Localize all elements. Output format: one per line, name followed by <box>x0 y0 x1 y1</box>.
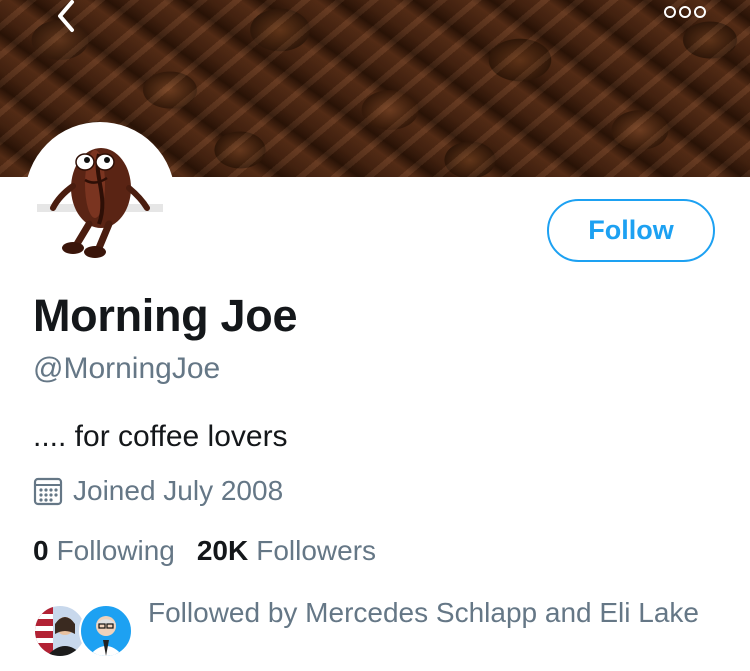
more-options-icon <box>664 6 676 18</box>
profile-avatar[interactable] <box>25 122 175 272</box>
profile-bio: .... for coffee lovers <box>33 420 288 453</box>
calendar-icon <box>33 477 63 506</box>
follow-stats: 0 Following 20K Followers <box>33 535 376 567</box>
display-name: Morning Joe <box>33 290 298 341</box>
person-avatar-icon <box>89 616 123 656</box>
more-dot <box>694 6 706 18</box>
back-button[interactable] <box>46 0 86 34</box>
followed-by-text[interactable]: Followed by Mercedes Schlapp and Eli Lak… <box>148 591 708 635</box>
joined-date: Joined July 2008 <box>33 475 283 507</box>
following-count: 0 <box>33 535 49 566</box>
following-label: Following <box>56 535 175 566</box>
followers-link[interactable]: 20K Followers <box>197 535 376 567</box>
person-avatar-icon <box>35 606 83 656</box>
followers-count: 20K <box>196 535 249 566</box>
following-link[interactable]: 0 Following <box>33 535 175 567</box>
coffee-bean-mascot-icon <box>37 148 163 258</box>
more-options-button[interactable] <box>664 2 706 22</box>
follow-button[interactable]: Follow <box>547 199 715 262</box>
more-dot <box>679 6 691 18</box>
user-handle: @MorningJoe <box>33 352 221 385</box>
chevron-left-icon <box>58 0 74 32</box>
followed-by-avatars[interactable] <box>33 604 133 664</box>
followers-label: Followers <box>256 535 377 566</box>
avatar <box>79 604 133 658</box>
joined-label: Joined July 2008 <box>73 475 284 506</box>
